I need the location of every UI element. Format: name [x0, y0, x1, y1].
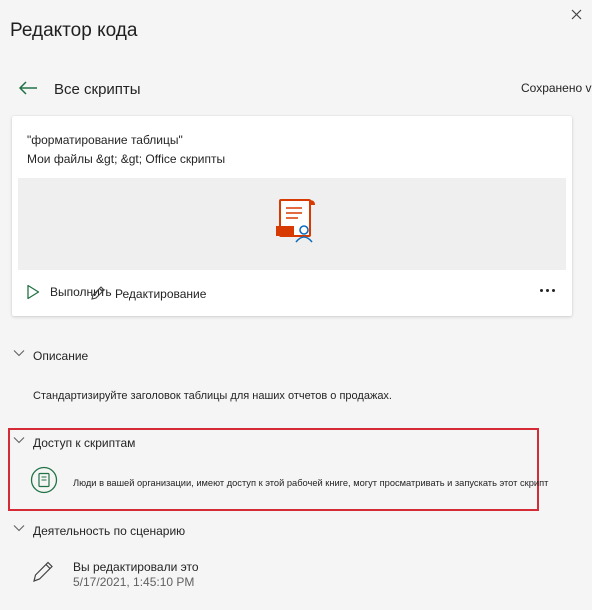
back-label[interactable]: Все скрипты	[54, 81, 141, 98]
close-icon	[571, 9, 581, 19]
more-dots-icon	[540, 289, 543, 292]
edit-icon[interactable]	[89, 284, 107, 302]
back-button[interactable]	[17, 78, 39, 98]
shared-document-icon	[30, 466, 58, 494]
section-access-header[interactable]: Доступ к скриптам	[33, 436, 135, 450]
close-button[interactable]	[566, 4, 586, 24]
edit-button[interactable]: Редактирование	[115, 287, 206, 301]
activity-item-time: 5/17/2021, 1:45:10 PM	[73, 575, 195, 589]
section-description-header[interactable]: Описание	[33, 349, 88, 363]
script-preview	[18, 178, 566, 270]
script-name: "форматирование таблицы"	[27, 133, 183, 147]
script-card: "форматирование таблицы" Мои файлы &gt; …	[12, 116, 572, 316]
pane-title: Редактор кода	[10, 20, 138, 41]
description-text: Стандартизируйте заголовок таблицы для н…	[33, 390, 392, 402]
script-path: Мои файлы &gt; &gt; Office скрипты	[27, 152, 226, 166]
saved-status: Сохранено v'	[521, 81, 592, 95]
chevron-down-icon[interactable]	[13, 349, 25, 357]
arrow-left-icon	[18, 81, 37, 95]
section-activity-header[interactable]: Деятельность по сценарию	[33, 524, 185, 538]
pencil-icon	[33, 561, 53, 582]
chevron-down-icon[interactable]	[13, 524, 25, 532]
access-description: Люди в вашей организации, имеют доступ к…	[73, 478, 549, 488]
script-document-icon	[276, 199, 315, 243]
more-options-button[interactable]	[540, 284, 556, 296]
activity-item-title: Вы редактировали это	[73, 560, 199, 574]
run-icon[interactable]	[26, 284, 40, 300]
chevron-down-icon[interactable]	[13, 436, 25, 444]
